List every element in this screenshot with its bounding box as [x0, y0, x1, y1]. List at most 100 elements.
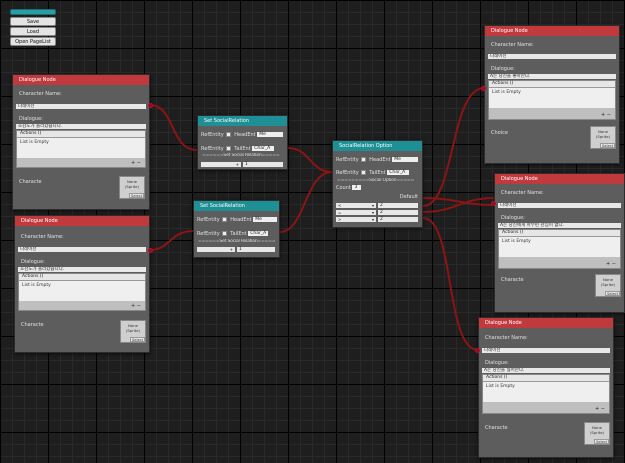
set-socialrelation-node[interactable]: Set SocialRelation RefEntity HeadEnt Me …	[193, 200, 280, 258]
dialogue-node[interactable]: Dialogue Node Character Name: 나래이션 Dialo…	[12, 74, 153, 210]
headent-field[interactable]: Me	[253, 217, 278, 222]
dropdown-icon: ▾	[371, 217, 374, 222]
plus-icon[interactable]: +	[601, 112, 605, 118]
node-title[interactable]: SocialRelation Option	[333, 141, 422, 151]
node-title[interactable]: Dialogue Node	[495, 174, 624, 184]
actions-list[interactable]: Actions () List is Empty + −	[16, 130, 146, 168]
headent-label: HeadEnt	[369, 157, 391, 163]
plus-icon[interactable]: +	[131, 303, 135, 309]
node-title[interactable]: Dialogue Node	[15, 216, 149, 226]
relation-dropdown[interactable]: +	[201, 162, 241, 167]
minus-icon[interactable]: −	[137, 160, 141, 166]
node-title[interactable]: Dialogue Node	[479, 318, 613, 328]
dialogue-field[interactable]: A는 당신을 싫어한다.	[482, 368, 610, 373]
refentity-label: RefEntity	[197, 217, 220, 223]
input-port[interactable]	[481, 86, 486, 91]
option-operator-dropdown[interactable]: > ▾	[336, 217, 376, 222]
sprite-field[interactable]: None (Sprite) Select	[584, 422, 610, 445]
headent-field[interactable]: Me	[392, 157, 419, 162]
actions-list[interactable]: Actions () List is Empty + −	[482, 374, 610, 414]
list-empty-text: List is Empty	[499, 237, 620, 257]
dialogue-node[interactable]: Dialogue Node Character Name: 나래이션 Dialo…	[491, 173, 625, 313]
sprite-select-button[interactable]: Select	[605, 291, 620, 296]
add-remove-buttons[interactable]: + −	[131, 303, 141, 309]
character-name-field[interactable]: 나래이션	[482, 348, 610, 353]
option-value-field[interactable]: 2	[378, 217, 418, 222]
character-name-field[interactable]: 나래이션	[488, 54, 616, 59]
sprite-select-button[interactable]: Select	[130, 337, 145, 342]
plus-icon[interactable]: +	[595, 406, 599, 412]
dialogue-field[interactable]: A는 당신에게 아무런 관심이 없다.	[498, 223, 621, 228]
relation-dropdown[interactable]: +	[197, 247, 235, 252]
headent-field[interactable]: Me	[257, 132, 284, 137]
minus-icon[interactable]: −	[612, 261, 616, 267]
refentity-checkbox[interactable]	[225, 132, 231, 137]
option-operator-dropdown[interactable]: < ▾	[336, 203, 376, 208]
actions-list[interactable]: Actions () List is Empty + −	[498, 229, 621, 269]
tailent-field[interactable]: Char_A	[248, 231, 269, 236]
dialogue-node[interactable]: Dialogue Node Character Name: 나래이션 Dialo…	[475, 317, 614, 458]
sprite-field[interactable]: None (Sprite) Select	[590, 126, 616, 149]
plus-icon[interactable]: +	[606, 261, 610, 267]
node-title[interactable]: Set SocialRelation	[198, 116, 287, 126]
dialogue-node[interactable]: Dialogue Node Character Name: 나래이션 Dialo…	[14, 215, 153, 353]
dialogue-field[interactable]: 호감도가 올라갔습니다.	[16, 124, 146, 129]
actions-list[interactable]: Actions () List is Empty + −	[488, 80, 616, 120]
tailent-label: TailEnt	[234, 146, 251, 152]
output-port[interactable]	[148, 103, 153, 108]
input-port[interactable]	[491, 201, 496, 206]
sprite-field[interactable]: None (Sprite) Select	[119, 176, 145, 199]
sprite-field[interactable]: None (Sprite) Select	[120, 320, 146, 343]
refentity-label: RefEntity	[201, 146, 224, 152]
tailent-field[interactable]: Char_A	[252, 146, 275, 151]
dialogue-field[interactable]: 호감도가 올라갔습니다.	[18, 267, 146, 272]
dialogue-label: Dialogue:	[501, 215, 525, 221]
option-value-field[interactable]: 2	[378, 210, 418, 215]
character-name-field[interactable]: 나래이션	[498, 203, 621, 208]
relation-value-field[interactable]: 1	[237, 247, 275, 252]
option-value-field[interactable]: 2	[378, 203, 418, 208]
character-name-field[interactable]: 나래이션	[16, 104, 146, 109]
set-socialrelation-node[interactable]: Set SocialRelation RefEntity HeadEnt Me …	[197, 115, 288, 170]
sprite-select-button[interactable]: Select	[594, 439, 609, 444]
load-button[interactable]: Load	[10, 27, 56, 36]
dialogue-label: Dialogue:	[19, 116, 43, 122]
plus-icon[interactable]: +	[131, 160, 135, 166]
refentity-checkbox[interactable]	[221, 217, 227, 222]
option-operator-dropdown[interactable]: = ▾	[336, 210, 376, 215]
refentity-checkbox[interactable]	[221, 231, 227, 236]
add-remove-buttons[interactable]: + −	[601, 112, 611, 118]
actions-list[interactable]: Actions () List is Empty + −	[18, 273, 146, 311]
sprite-select-button[interactable]: Select	[600, 143, 615, 148]
toolbar-active-tab[interactable]	[10, 9, 56, 15]
dialogue-field[interactable]: A는 당신을 좋아한다.	[488, 74, 616, 79]
add-remove-buttons[interactable]: + −	[131, 160, 141, 166]
add-remove-buttons[interactable]: + −	[606, 261, 616, 267]
input-port[interactable]	[475, 348, 480, 353]
dialogue-label: Dialogue:	[21, 259, 45, 265]
minus-icon[interactable]: −	[601, 406, 605, 412]
sprite-select-button[interactable]: Select	[129, 193, 144, 198]
node-title[interactable]: Set SocialRelation	[194, 201, 279, 211]
add-remove-buttons[interactable]: + −	[595, 406, 605, 412]
character-name-field[interactable]: 나래이션	[18, 247, 146, 252]
sprite-field[interactable]: None (Sprite) Select	[595, 274, 621, 297]
open-pagelist-button[interactable]: Open PageList	[10, 37, 56, 46]
refentity-checkbox[interactable]	[360, 170, 366, 175]
socialrelation-option-node[interactable]: SocialRelation Option RefEntity HeadEnt …	[332, 140, 423, 228]
minus-icon[interactable]: −	[607, 112, 611, 118]
refentity-checkbox[interactable]	[225, 146, 231, 151]
count-field[interactable]: 3	[352, 185, 362, 190]
relation-value-field[interactable]: 1	[243, 162, 283, 167]
tailent-label: TailEnt	[369, 170, 386, 176]
node-title[interactable]: Dialogue Node	[13, 75, 149, 85]
tailent-field[interactable]: Char_A	[387, 170, 410, 175]
minus-icon[interactable]: −	[137, 303, 141, 309]
output-port[interactable]	[148, 248, 153, 253]
save-button[interactable]: Save	[10, 17, 56, 26]
dialogue-node[interactable]: Dialogue Node Character Name: 나래이션 Dialo…	[481, 25, 620, 164]
refentity-checkbox[interactable]	[360, 157, 366, 162]
sprite-type: (Sprite)	[589, 429, 605, 435]
node-title[interactable]: Dialogue Node	[485, 26, 619, 36]
wire-o3-d5	[422, 217, 479, 351]
